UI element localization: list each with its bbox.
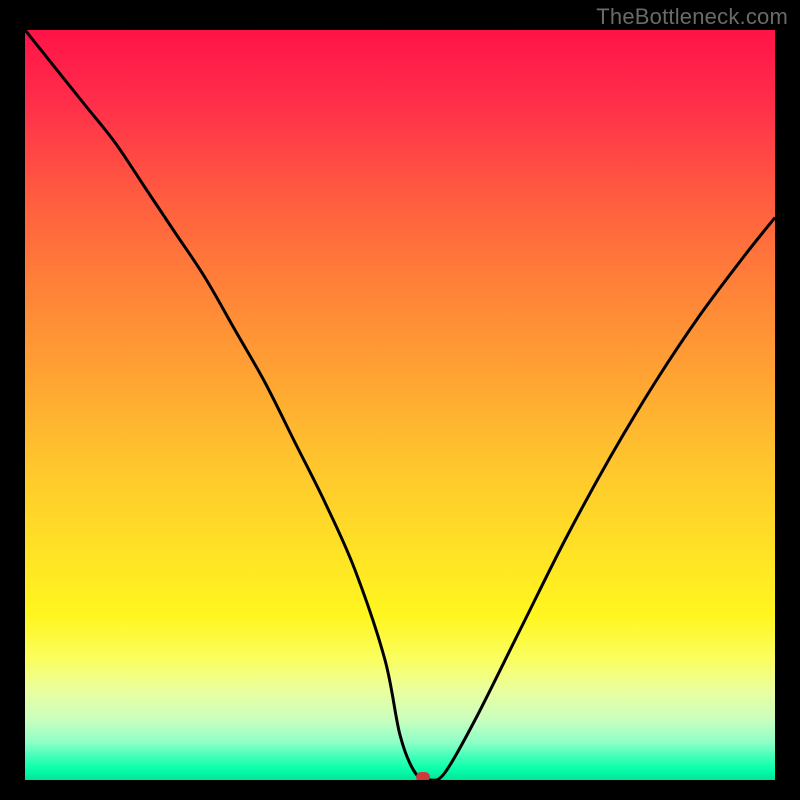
plot-area bbox=[25, 30, 775, 780]
chart-stage: TheBottleneck.com bbox=[0, 0, 800, 800]
watermark-text: TheBottleneck.com bbox=[596, 4, 788, 30]
minimum-marker bbox=[416, 772, 430, 780]
curve-path bbox=[25, 30, 775, 780]
bottleneck-curve bbox=[25, 30, 775, 780]
